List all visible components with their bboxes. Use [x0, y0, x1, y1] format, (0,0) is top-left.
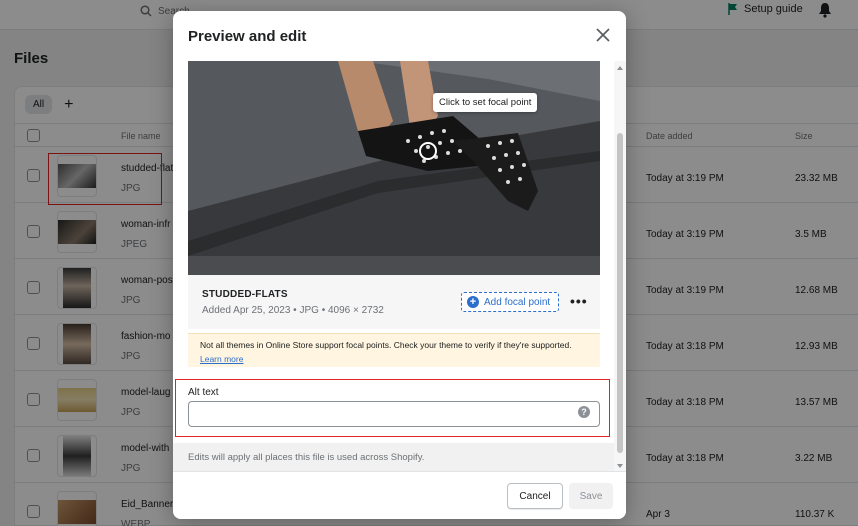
alt-text-label: Alt text	[188, 387, 219, 398]
scroll-down-arrow[interactable]	[617, 464, 623, 468]
focal-point-tooltip: Click to set focal point	[433, 93, 538, 112]
focal-point-warning-banner: Not all themes in Online Store support f…	[188, 333, 600, 367]
add-focal-point-label: Add focal point	[484, 296, 551, 308]
help-icon[interactable]: ?	[578, 406, 590, 418]
more-actions-button[interactable]: •••	[570, 293, 588, 309]
learn-more-link[interactable]: Learn more	[200, 354, 243, 364]
image-preview[interactable]: Click to set focal point	[188, 61, 600, 275]
focal-point-marker[interactable]	[419, 142, 437, 160]
save-button[interactable]: Save	[569, 483, 613, 509]
close-icon[interactable]	[594, 26, 612, 44]
modal-footer: Cancel Save	[173, 471, 626, 519]
alt-text-input[interactable]	[188, 401, 600, 427]
edits-note-bar: Edits will apply all places this file is…	[173, 443, 614, 471]
modal-title: Preview and edit	[188, 27, 307, 45]
scroll-thumb[interactable]	[617, 133, 623, 453]
modal-body: Click to set focal point STUDDED-FLATS A…	[173, 61, 614, 471]
banner-text: Not all themes in Online Store support f…	[200, 340, 572, 350]
modal-scrollbar[interactable]	[614, 61, 626, 471]
edits-note: Edits will apply all places this file is…	[188, 452, 425, 463]
cancel-button[interactable]: Cancel	[507, 483, 563, 509]
file-info-meta: Added Apr 25, 2023 • JPG • 4096 × 2732	[202, 305, 384, 316]
modal-header: Preview and edit	[173, 11, 626, 61]
plus-circle-icon: +	[467, 296, 479, 308]
preview-photo	[188, 61, 600, 275]
preview-edit-modal: Preview and edit Click to set focal poin…	[173, 11, 626, 519]
file-info-name: STUDDED-FLATS	[202, 289, 288, 300]
file-info-panel: STUDDED-FLATS Added Apr 25, 2023 • JPG •…	[188, 275, 600, 329]
add-focal-point-button[interactable]: + Add focal point	[461, 292, 560, 312]
scroll-up-arrow[interactable]	[617, 66, 623, 70]
